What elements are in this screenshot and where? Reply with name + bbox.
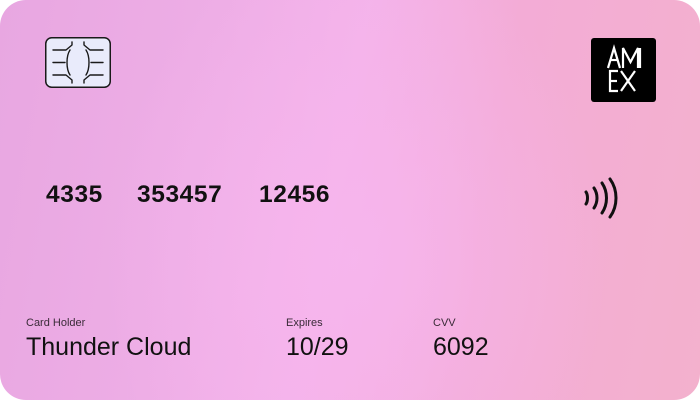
cvv-value: 6092 [433,333,489,361]
cvv-label: CVV [433,317,456,329]
chip-icon [45,37,111,88]
card-holder-label: Card Holder [26,317,86,329]
expiry-date: 10/29 [286,333,349,361]
card-number: 4335 353457 12456 [46,181,330,215]
contactless-icon [582,177,620,219]
card-holder-name: Thunder Cloud [26,333,192,361]
amex-logo-icon [591,38,656,102]
card-number-group-1: 4335 [46,181,103,208]
credit-card: 4335 353457 12456 Card Holder Thunder Cl… [0,0,700,400]
expires-label: Expires [286,317,323,329]
card-number-group-2: 353457 [137,181,223,208]
card-number-group-3: 12456 [259,181,331,208]
